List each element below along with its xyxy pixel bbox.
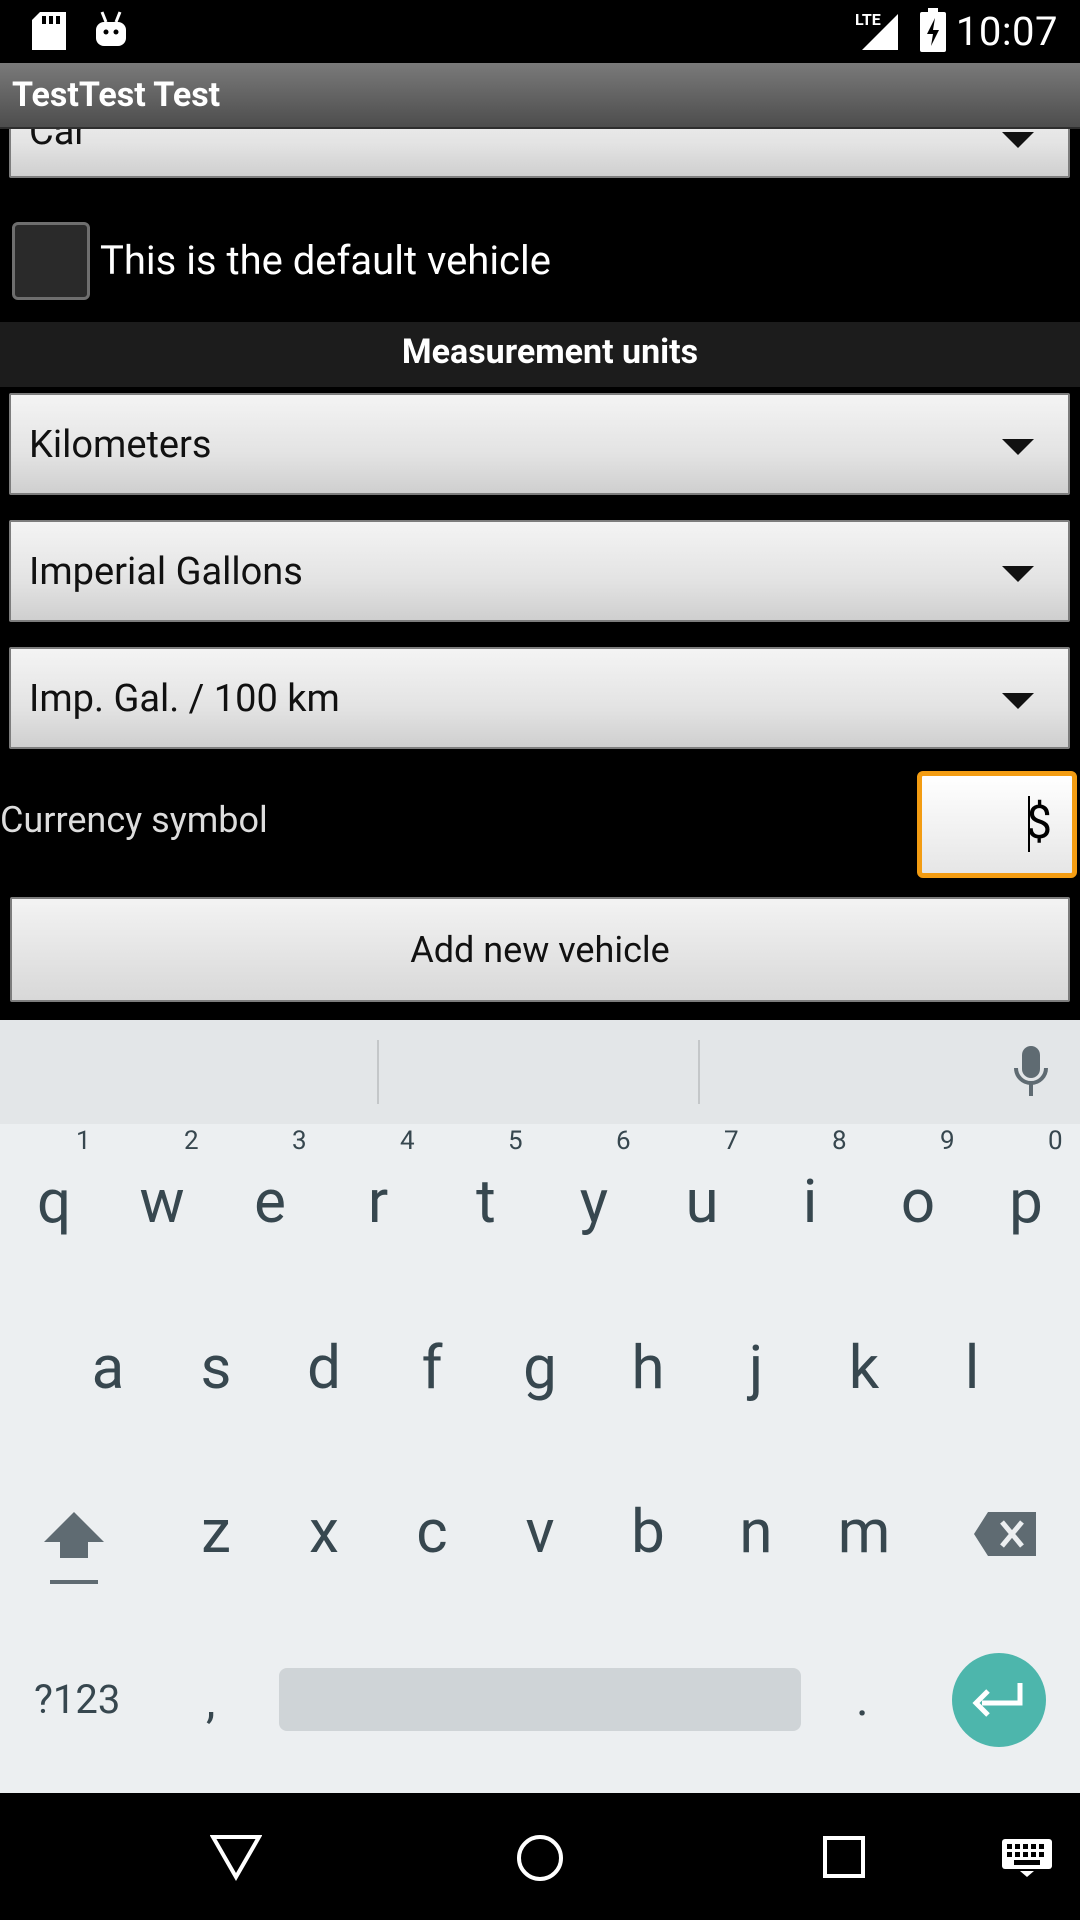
key-r[interactable]: r: [324, 1166, 432, 1237]
symbols-key[interactable]: ?123: [34, 1676, 120, 1723]
space-bar[interactable]: [279, 1668, 801, 1731]
key-i[interactable]: i: [756, 1166, 864, 1237]
consumption-unit-spinner[interactable]: Imp. Gal. / 100 km: [9, 647, 1070, 749]
key-z[interactable]: z: [162, 1496, 270, 1567]
key-n[interactable]: n: [702, 1496, 810, 1567]
back-icon[interactable]: [210, 1833, 262, 1881]
key-hint-8: 8: [832, 1126, 847, 1156]
section-header: Measurement units: [0, 322, 1080, 387]
status-bar: LTE 10:07: [0, 0, 1080, 63]
add-vehicle-button[interactable]: Add new vehicle: [10, 897, 1070, 1002]
key-hint-9: 9: [940, 1126, 955, 1156]
distance-unit-value: Kilometers: [29, 423, 212, 467]
period-key[interactable]: .: [856, 1670, 869, 1727]
add-vehicle-button-label: Add new vehicle: [410, 929, 670, 971]
battery-charging-icon: [920, 8, 946, 52]
clock: 10:07: [955, 8, 1058, 55]
key-hint-7: 7: [724, 1126, 739, 1156]
key-k[interactable]: k: [810, 1332, 918, 1403]
suggestion-strip: [0, 1020, 1080, 1124]
keyboard-switch-icon[interactable]: [1000, 1837, 1054, 1877]
key-p[interactable]: p: [972, 1166, 1080, 1237]
key-hint-6: 6: [616, 1126, 631, 1156]
distance-unit-spinner[interactable]: Kilometers: [9, 393, 1070, 495]
comma-key[interactable]: ,: [206, 1672, 215, 1729]
home-icon[interactable]: [515, 1833, 565, 1883]
volume-unit-value: Imperial Gallons: [29, 550, 303, 594]
dropdown-arrow-icon: [1002, 566, 1034, 582]
enter-key[interactable]: [952, 1653, 1046, 1747]
key-y[interactable]: y: [540, 1166, 648, 1237]
section-title: Measurement units: [401, 332, 699, 372]
key-c[interactable]: c: [378, 1496, 486, 1567]
app-title-overlay: TestTest Test: [12, 75, 221, 115]
android-debug-icon: [96, 11, 126, 46]
action-bar-overlay: TestTest Test: [0, 63, 1080, 129]
dropdown-arrow-icon: [1002, 132, 1034, 148]
key-s[interactable]: s: [162, 1332, 270, 1403]
key-a[interactable]: a: [54, 1332, 162, 1403]
key-w[interactable]: w: [108, 1166, 216, 1237]
currency-symbol-value: $: [1026, 796, 1052, 850]
key-t[interactable]: t: [432, 1166, 540, 1237]
sd-card-icon: [32, 12, 66, 50]
shift-key-icon[interactable]: [42, 1508, 106, 1594]
dropdown-arrow-icon: [1002, 439, 1034, 455]
key-d[interactable]: d: [270, 1332, 378, 1403]
key-hint-2: 2: [184, 1126, 199, 1156]
default-vehicle-checkbox[interactable]: [12, 222, 90, 300]
backspace-key-icon[interactable]: [972, 1510, 1038, 1558]
default-vehicle-label: This is the default vehicle: [100, 237, 551, 284]
key-l[interactable]: l: [918, 1332, 1026, 1403]
key-j[interactable]: j: [702, 1332, 810, 1403]
dropdown-arrow-icon: [1002, 693, 1034, 709]
suggestion-divider: [698, 1040, 700, 1104]
key-e[interactable]: e: [216, 1166, 324, 1237]
consumption-unit-value: Imp. Gal. / 100 km: [29, 677, 340, 721]
key-hint-1: 1: [76, 1126, 91, 1156]
key-hint-3: 3: [292, 1126, 307, 1156]
currency-label: Currency symbol: [0, 799, 268, 841]
volume-unit-spinner[interactable]: Imperial Gallons: [9, 520, 1070, 622]
recents-icon[interactable]: [822, 1835, 866, 1879]
key-b[interactable]: b: [594, 1496, 702, 1567]
signal-icon: [862, 14, 898, 50]
key-g[interactable]: g: [486, 1332, 594, 1403]
key-q[interactable]: q: [0, 1166, 108, 1237]
key-f[interactable]: f: [378, 1332, 486, 1403]
key-v[interactable]: v: [486, 1496, 594, 1567]
soft-keyboard: q 1w 2e 3r 4t 5y 6u 7i 8o 9p 0 asdfghjkl zxcvbnm ?…: [0, 1020, 1080, 1793]
key-hint-4: 4: [400, 1126, 415, 1156]
key-h[interactable]: h: [594, 1332, 702, 1403]
enter-arrow-icon: [972, 1683, 1023, 1717]
key-m[interactable]: m: [810, 1496, 918, 1567]
suggestion-divider: [377, 1040, 379, 1104]
key-hint-5: 5: [508, 1126, 523, 1156]
microphone-icon[interactable]: [1012, 1044, 1050, 1100]
navigation-bar: [0, 1793, 1080, 1920]
key-x[interactable]: x: [270, 1496, 378, 1567]
key-hint-0: 0: [1048, 1126, 1063, 1156]
key-o[interactable]: o: [864, 1166, 972, 1237]
key-u[interactable]: u: [648, 1166, 756, 1237]
currency-symbol-input[interactable]: $: [917, 771, 1077, 878]
